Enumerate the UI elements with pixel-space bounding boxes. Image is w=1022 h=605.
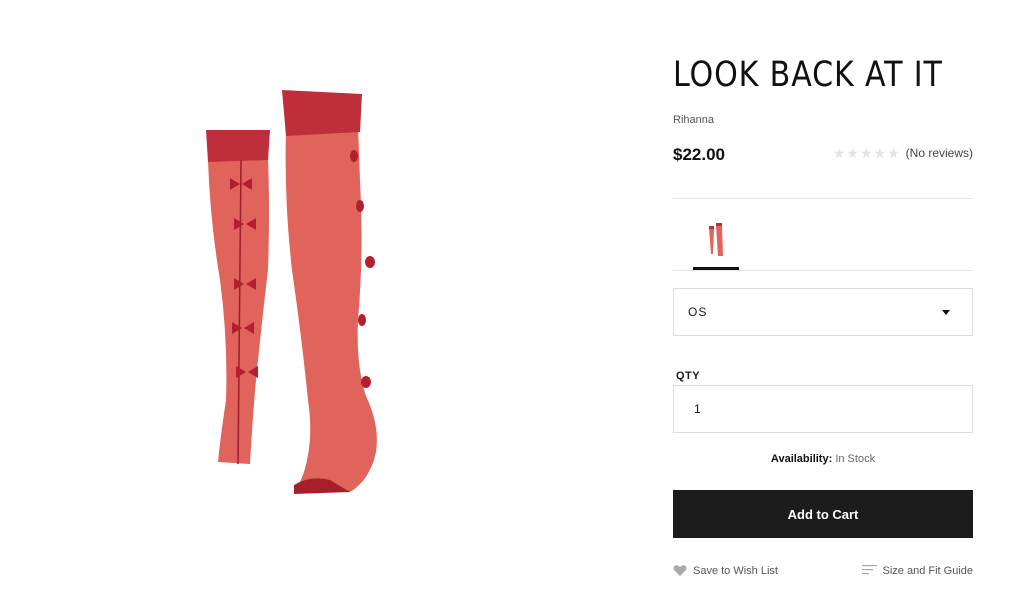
size-select[interactable]: OS [673, 288, 973, 336]
star-icon: ★ [846, 145, 859, 161]
divider [673, 198, 973, 199]
product-image [180, 80, 410, 510]
reviews-link[interactable]: (No reviews) [906, 146, 973, 160]
product-details: LOOK BACK AT IT Rihanna $22.00 ★ ★ ★ ★ ★… [673, 50, 973, 577]
rating[interactable]: ★ ★ ★ ★ ★ (No reviews) [833, 146, 973, 160]
heart-icon [673, 565, 687, 576]
size-guide-label: Size and Fit Guide [882, 564, 974, 577]
star-rating: ★ ★ ★ ★ ★ [833, 146, 900, 160]
star-icon: ★ [887, 145, 900, 161]
product-title: LOOK BACK AT IT [673, 55, 943, 95]
star-icon: ★ [832, 145, 846, 161]
size-fit-guide-link[interactable]: Size and Fit Guide [861, 564, 974, 577]
thumbnail-image [709, 223, 723, 256]
star-icon: ★ [873, 145, 887, 161]
brand-link[interactable]: Rihanna [673, 114, 714, 126]
divider [673, 270, 973, 271]
size-select-value: OS [688, 305, 708, 319]
product-thumbnail[interactable] [693, 220, 739, 270]
availability: Availability: In Stock [673, 453, 973, 465]
star-icon: ★ [859, 145, 873, 161]
product-price: $22.00 [673, 145, 725, 164]
stockings-illustration [206, 90, 377, 494]
qty-label: QTY [676, 370, 701, 382]
save-to-wishlist-link[interactable]: Save to Wish List [673, 564, 778, 577]
availability-value: In Stock [835, 453, 876, 465]
caret-down-icon [942, 309, 950, 315]
lines-icon [861, 565, 877, 575]
add-to-cart-button[interactable]: Add to Cart [673, 490, 973, 538]
availability-label: Availability: [770, 453, 833, 465]
wishlist-label: Save to Wish List [693, 564, 778, 577]
qty-input[interactable] [673, 385, 973, 433]
